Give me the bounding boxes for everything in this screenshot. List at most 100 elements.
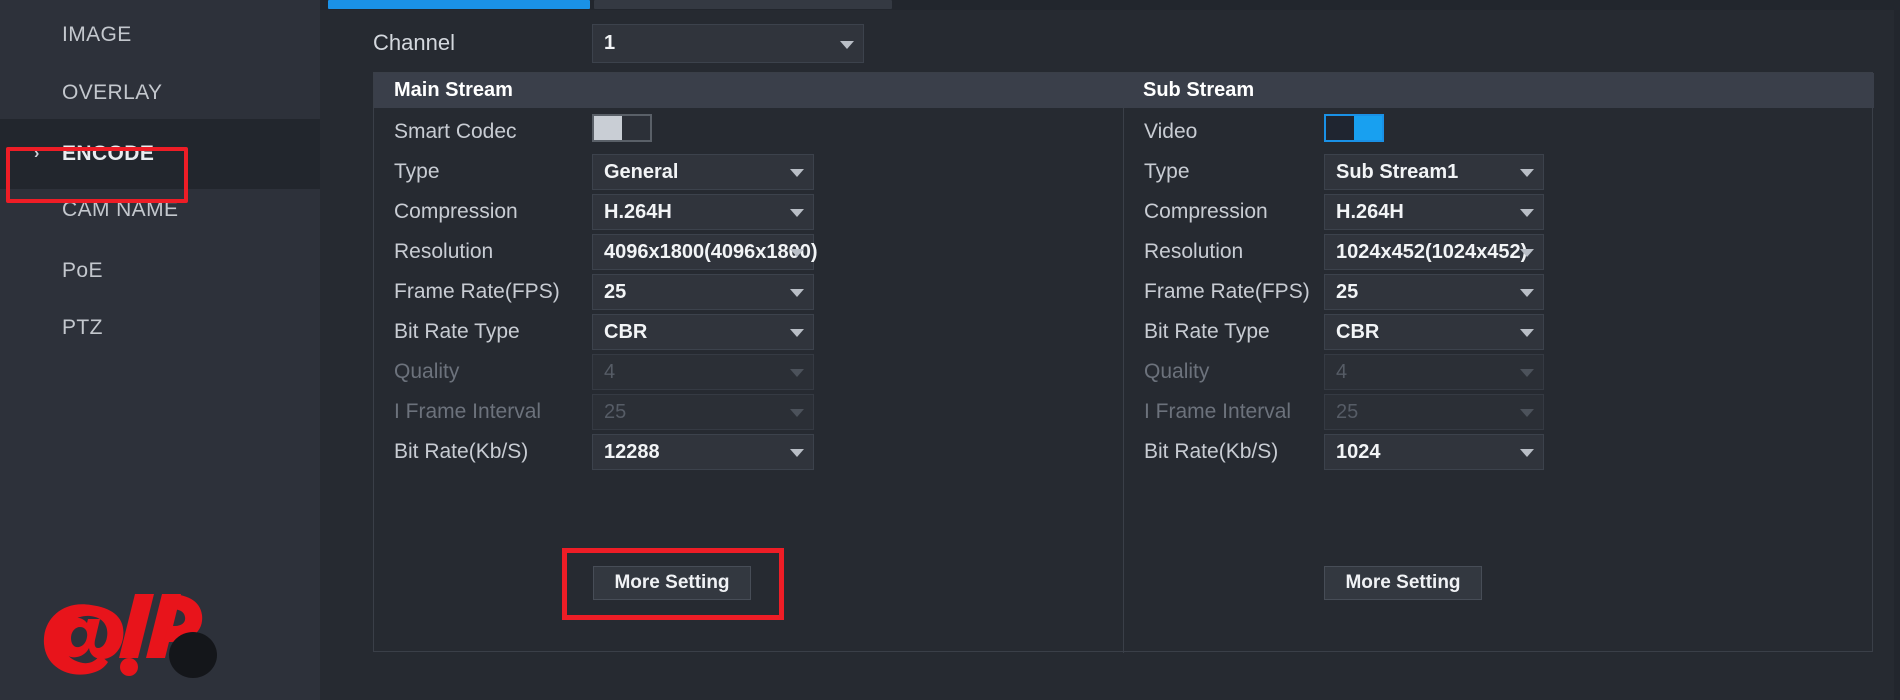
tab-inactive-indicator[interactable]	[594, 0, 892, 9]
field-row: Frame Rate(FPS) 25	[374, 272, 1123, 312]
dropdown-value: CBR	[604, 320, 648, 343]
chevron-down-icon	[1520, 329, 1534, 337]
dropdown-value: General	[604, 160, 679, 183]
dropdown-quality: 4	[592, 354, 814, 390]
sidebar-item-overlay[interactable]: OVERLAY	[0, 58, 320, 128]
dropdown-frame-rate-fps[interactable]: 25	[592, 274, 814, 310]
chevron-down-icon	[1520, 449, 1534, 457]
field-row: Resolution 4096x1800(4096x1800)	[374, 232, 1123, 272]
field-label-resolution: Resolution	[1144, 240, 1244, 263]
field-label-bit-rate-type: Bit Rate Type	[394, 320, 520, 343]
field-label-video: Video	[1144, 120, 1198, 143]
dropdown-i-frame-interval: 25	[1324, 394, 1544, 430]
sidebar-item-ptz[interactable]: PTZ	[0, 293, 320, 363]
sidebar-item-label: ENCODE	[62, 142, 155, 165]
chevron-down-icon	[790, 249, 804, 257]
field-row: Bit Rate Type CBR	[374, 312, 1123, 352]
field-row: Quality 4	[1124, 352, 1874, 392]
dropdown-resolution[interactable]: 4096x1800(4096x1800)	[592, 234, 818, 270]
sub-stream-fields: Bit Rate(Kb/S) 1024 I Frame Interval 25 Qual…	[1124, 108, 1874, 653]
dropdown-bit-rate-type[interactable]: CBR	[592, 314, 814, 350]
field-label-quality: Quality	[394, 360, 460, 383]
field-control: 4	[592, 354, 814, 390]
field-control: 12288	[592, 434, 814, 470]
chevron-down-icon	[1520, 409, 1534, 417]
field-row: Resolution 1024x452(1024x452)	[1124, 232, 1874, 272]
chevron-down-icon	[790, 329, 804, 337]
dropdown-value: CBR	[1336, 320, 1380, 343]
field-row: Type Sub Stream1	[1124, 152, 1874, 192]
toggle-video[interactable]	[1324, 114, 1384, 142]
dropdown-compression[interactable]: H.264H	[592, 194, 814, 230]
field-control	[1324, 114, 1544, 142]
chevron-down-icon	[790, 369, 804, 377]
sub-more-setting-button[interactable]: More Setting	[1324, 566, 1482, 600]
dropdown-value: 25	[604, 400, 627, 423]
sidebar-item-cam-name[interactable]: CAM NAME	[0, 175, 320, 245]
channel-dropdown[interactable]: 1	[592, 24, 864, 63]
dropdown-type[interactable]: Sub Stream1	[1324, 154, 1544, 190]
toggle-knob	[1354, 116, 1382, 140]
dropdown-quality: 4	[1324, 354, 1544, 390]
field-control: 1024x452(1024x452)	[1324, 234, 1544, 270]
field-row: Frame Rate(FPS) 25	[1124, 272, 1874, 312]
field-control	[592, 114, 814, 142]
dropdown-bit-rate-kb-s[interactable]: 1024	[1324, 434, 1544, 470]
field-control: CBR	[592, 314, 814, 350]
field-label-frame-rate-fps: Frame Rate(FPS)	[394, 280, 560, 303]
sidebar: IMAGE OVERLAY › ENCODE CAM NAME PoE PTZ	[0, 0, 320, 700]
dropdown-bit-rate-type[interactable]: CBR	[1324, 314, 1544, 350]
dropdown-value: Sub Stream1	[1336, 160, 1459, 183]
sidebar-item-label: IMAGE	[62, 23, 132, 46]
encode-settings-screen: IMAGE OVERLAY › ENCODE CAM NAME PoE PTZ	[0, 0, 1900, 700]
dropdown-bit-rate-kb-s[interactable]: 12288	[592, 434, 814, 470]
field-label-compression: Compression	[394, 200, 518, 223]
dropdown-type[interactable]: General	[592, 154, 814, 190]
field-control: H.264H	[1324, 194, 1544, 230]
channel-row: Channel 1	[320, 18, 1900, 70]
field-control: General	[592, 154, 814, 190]
field-control: 4	[1324, 354, 1544, 390]
chevron-down-icon	[790, 169, 804, 177]
chevron-down-icon	[1520, 169, 1534, 177]
field-label-bit-rate-kb-s: Bit Rate(Kb/S)	[1144, 440, 1279, 463]
main-stream-header: Main Stream	[374, 73, 1123, 108]
field-row: Video	[1124, 112, 1874, 152]
channel-value: 1	[604, 32, 616, 54]
field-row: I Frame Interval 25	[374, 392, 1123, 432]
toggle-smart-codec[interactable]	[592, 114, 652, 142]
field-label-compression: Compression	[1144, 200, 1268, 223]
dropdown-value: H.264H	[604, 200, 672, 223]
dropdown-resolution[interactable]: 1024x452(1024x452)	[1324, 234, 1544, 270]
content-pane: Channel 1 Main Stream Sub Stream Bit Rat…	[320, 0, 1900, 700]
tab-active-indicator[interactable]	[328, 0, 590, 9]
sidebar-item-label: PoE	[62, 259, 103, 282]
dropdown-value: 4	[604, 360, 616, 383]
main-more-setting-button[interactable]: More Setting	[593, 566, 751, 600]
sidebar-item-label: CAM NAME	[62, 198, 179, 221]
sidebar-item-label: OVERLAY	[62, 81, 163, 104]
dropdown-frame-rate-fps[interactable]: 25	[1324, 274, 1544, 310]
field-control: 1024	[1324, 434, 1544, 470]
chevron-down-icon	[1520, 289, 1534, 297]
field-row: Compression H.264H	[374, 192, 1123, 232]
field-row: Quality 4	[374, 352, 1123, 392]
field-label-type: Type	[1144, 160, 1190, 183]
chevron-down-icon	[1520, 249, 1534, 257]
dropdown-compression[interactable]: H.264H	[1324, 194, 1544, 230]
dropdown-value: 4	[1336, 360, 1348, 383]
chevron-down-icon	[1520, 209, 1534, 217]
chevron-down-icon	[790, 289, 804, 297]
field-row: Bit Rate Type CBR	[1124, 312, 1874, 352]
field-row: Bit Rate(Kb/S) 1024	[1124, 432, 1874, 472]
field-control: 25	[1324, 274, 1544, 310]
dropdown-value: 12288	[604, 440, 660, 463]
dropdown-value: 4096x1800(4096x1800)	[604, 240, 818, 263]
dropdown-value: 25	[1336, 280, 1359, 303]
field-control: Sub Stream1	[1324, 154, 1544, 190]
field-row: Smart Codec	[374, 112, 1123, 152]
field-control: H.264H	[592, 194, 814, 230]
sidebar-item-label: PTZ	[62, 316, 103, 339]
field-label-bit-rate-kb-s: Bit Rate(Kb/S)	[394, 440, 529, 463]
field-label-frame-rate-fps: Frame Rate(FPS)	[1144, 280, 1310, 303]
